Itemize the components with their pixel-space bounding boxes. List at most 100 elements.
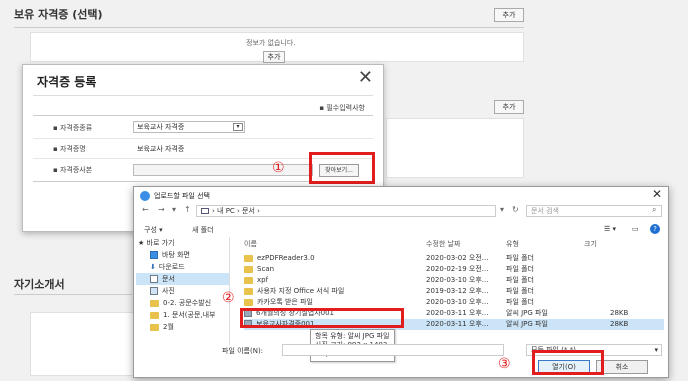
file-type: 파일 폴더 <box>506 276 534 284</box>
list-item[interactable]: ezPDFReader3.0 2020-03-02 오전... 파일 폴더 <box>244 253 664 264</box>
list-item[interactable]: 사용자 지정 Office 서식 파일 2019-03-12 오후... 파일 폴더 <box>244 286 664 297</box>
highlight-open-button <box>532 350 604 375</box>
file-date: 2019-03-12 오후... <box>426 287 489 295</box>
view-options-icon[interactable]: ☰ ▾ <box>604 225 616 233</box>
tooltip-type: 항목 유형: 알씨 JPG 파일 <box>315 332 390 340</box>
step-two-marker: ② <box>222 290 235 306</box>
highlight-selected-file <box>240 308 404 328</box>
tree-item-desktop[interactable]: 바탕 화면 <box>136 249 229 261</box>
file-name: 카카오톡 받은 파일 <box>257 298 313 306</box>
chevron-down-icon: ▾ <box>654 346 658 354</box>
forward-arrow-icon[interactable]: → <box>158 205 165 214</box>
address-bar[interactable]: › 내 PC › 문서 › <box>196 205 496 217</box>
file-date: 2020-03-10 오후... <box>426 276 489 284</box>
dialog-title: 업로드할 파일 선택 <box>154 192 210 200</box>
browser-icon <box>140 191 150 201</box>
chevron-down-icon: ▾ <box>233 123 243 131</box>
list-item[interactable]: Scan 2020-02-19 오전... 파일 폴더 <box>244 264 664 275</box>
folder-icon <box>244 287 253 295</box>
column-name[interactable]: 이름 <box>244 239 257 249</box>
pc-icon <box>201 208 209 214</box>
highlight-browse <box>309 152 375 184</box>
list-item[interactable]: 카카오톡 받은 파일 2020-03-10 오후... 파일 폴더 <box>244 297 664 308</box>
file-type: 파일 폴더 <box>506 265 534 273</box>
cert-type-select[interactable]: 보육교사 자격증 ▾ <box>133 121 245 133</box>
tree-label: 바탕 화면 <box>162 251 190 259</box>
tree-item-quick-access[interactable]: ★ 바로 가기 <box>136 237 229 249</box>
cert-copy-file-field[interactable] <box>133 164 313 176</box>
column-type[interactable]: 유형 <box>506 239 519 249</box>
add-certificate-button[interactable]: 추가 <box>494 8 524 22</box>
file-type: 파일 폴더 <box>506 287 534 295</box>
tree-label: 2월 <box>163 323 174 331</box>
file-size: 28KB <box>610 309 629 317</box>
new-folder-button[interactable]: 새 폴더 <box>192 225 214 235</box>
file-name: 사용자 지정 Office 서식 파일 <box>257 287 345 295</box>
folder-icon <box>244 276 253 284</box>
folder-icon <box>244 254 253 262</box>
file-date: 2020-03-10 오후... <box>426 298 489 306</box>
tree-item-folder-1[interactable]: 1. 문서(공문,내부 <box>136 309 229 321</box>
file-date: 2020-03-02 오전... <box>426 254 489 262</box>
no-info-text: 정보가 없습니다. <box>246 39 296 47</box>
up-arrow-icon[interactable]: ↑ <box>184 205 191 214</box>
search-icon: ⌕ <box>652 205 657 214</box>
cert-name-label: ▪ 자격증명 <box>53 145 86 153</box>
tree-item-folder-0-2[interactable]: 0-2. 공문수발신 <box>136 297 229 309</box>
tree-label: 다운로드 <box>158 263 185 271</box>
required-note: ▪ 필수입력사항 <box>319 104 365 112</box>
close-icon[interactable]: ✕ <box>652 187 662 201</box>
folder-icon <box>150 323 159 331</box>
modal-title-divider <box>33 95 373 96</box>
picture-icon <box>150 287 158 295</box>
list-item[interactable]: xpf 2020-03-10 오후... 파일 폴더 <box>244 275 664 286</box>
tree-label: 사진 <box>162 287 175 295</box>
address-dropdown-icon[interactable]: ▾ <box>500 205 504 214</box>
column-size[interactable]: 크기 <box>584 239 597 249</box>
folder-icon <box>150 299 159 307</box>
tree-item-folder-feb[interactable]: 2월 <box>136 321 229 333</box>
navigation-tree: ★ 바로 가기 바탕 화면 ⬇ 다운로드 문서 사진 0-2. 공문수발신 1. … <box>136 237 230 345</box>
recent-chevron-icon[interactable]: ▾ <box>172 205 176 214</box>
cert-type-value: 보육교사 자격증 <box>137 123 185 131</box>
step-one-marker: ① <box>272 160 285 176</box>
add-section2-button[interactable]: 추가 <box>494 100 524 114</box>
tree-item-downloads[interactable]: ⬇ 다운로드 <box>136 261 229 273</box>
certificates-section-title: 보유 자격증 (선택) <box>14 8 103 21</box>
file-size: 28KB <box>610 320 629 328</box>
filename-input[interactable] <box>282 344 504 356</box>
help-icon[interactable]: ? <box>650 224 660 234</box>
search-input[interactable]: 문서 검색 <box>526 205 662 217</box>
tree-label: 0-2. 공문수발신 <box>163 299 212 307</box>
bg-add-small-button[interactable]: 추가 <box>263 51 285 63</box>
refresh-icon[interactable]: ↻ <box>512 205 519 214</box>
file-type: 알씨 JPG 파일 <box>506 309 548 317</box>
file-name: ezPDFReader3.0 <box>257 254 315 262</box>
file-type: 파일 폴더 <box>506 254 534 262</box>
column-date[interactable]: 수정한 날짜 <box>426 239 460 249</box>
close-icon[interactable]: ✕ <box>358 69 373 87</box>
cert-type-label: ▪ 자격증종류 <box>53 124 93 132</box>
address-path: › 내 PC › 문서 › <box>212 207 260 215</box>
folder-icon <box>150 311 159 319</box>
folder-icon <box>244 298 253 306</box>
cert-copy-label: ▪ 자격증사본 <box>53 166 93 174</box>
tree-item-documents[interactable]: 문서 <box>136 273 229 285</box>
organize-menu[interactable]: 구성 ▾ <box>144 225 163 235</box>
file-name: Scan <box>257 265 275 273</box>
file-name: xpf <box>257 276 269 284</box>
back-arrow-icon[interactable]: ← <box>142 205 149 214</box>
download-icon: ⬇ <box>150 263 156 271</box>
form-top-border <box>33 115 373 116</box>
preview-pane-icon[interactable]: ▭ <box>632 225 639 233</box>
form-row-divider <box>33 138 373 139</box>
cert-name-value: 보육교사 자격증 <box>137 145 185 153</box>
file-date: 2020-02-19 오전... <box>426 265 489 273</box>
cover-letter-divider <box>14 294 132 295</box>
filename-label: 파일 이름(N): <box>222 347 264 355</box>
tree-item-pictures[interactable]: 사진 <box>136 285 229 297</box>
folder-icon <box>244 265 253 273</box>
file-type: 알씨 JPG 파일 <box>506 320 548 328</box>
file-date: 2020-03-11 오후... <box>426 309 489 317</box>
document-icon <box>150 275 158 283</box>
